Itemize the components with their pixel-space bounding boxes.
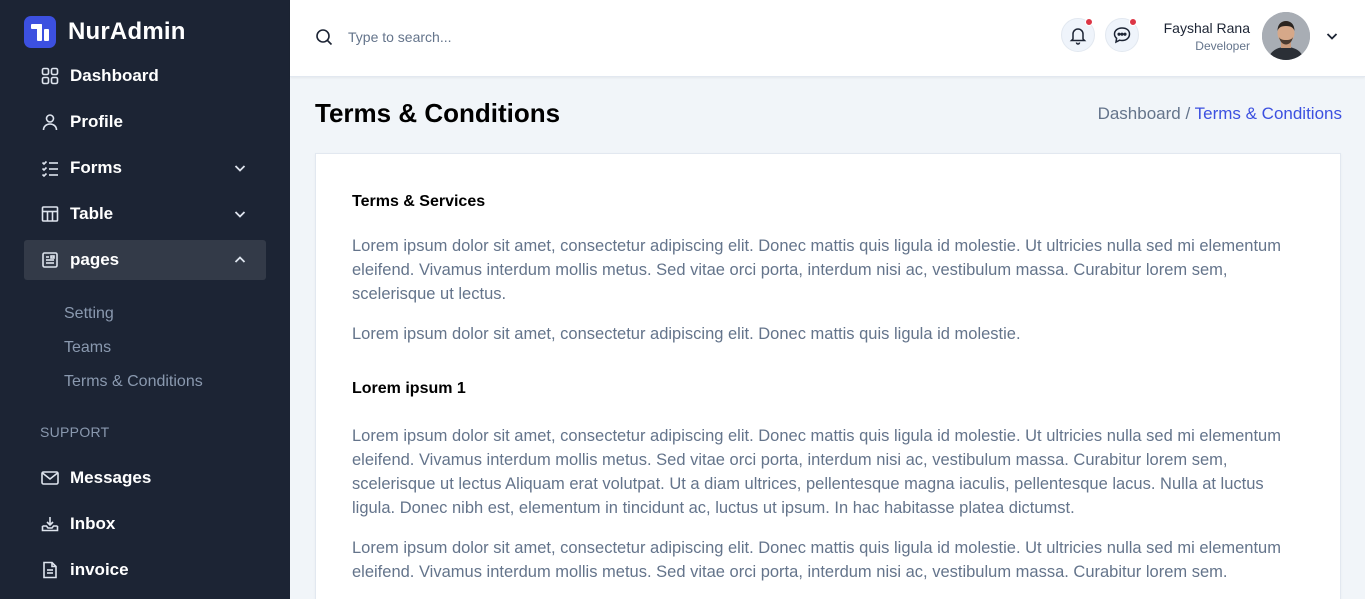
sidebar-item-label: Profile xyxy=(70,112,123,131)
sidebar-subitem-setting[interactable]: Setting xyxy=(64,305,114,323)
table-icon xyxy=(41,206,59,222)
sidebar-item-label: Inbox xyxy=(70,514,116,533)
sidebar-item-pages[interactable]: pages xyxy=(24,240,266,280)
sidebar-item-label: Table xyxy=(70,204,114,223)
user-role: Developer xyxy=(1195,39,1250,53)
support-section-label: SUPPORT xyxy=(40,424,110,440)
messages-button[interactable] xyxy=(1105,18,1139,52)
sidebar-item-invoice[interactable]: invoice xyxy=(24,550,266,590)
top-header: Fayshal Rana Developer xyxy=(290,0,1365,77)
bell-icon xyxy=(1069,28,1087,45)
user-icon xyxy=(42,114,58,131)
search-input[interactable] xyxy=(348,24,648,50)
section-title: Lorem ipsum 1 xyxy=(352,380,466,397)
app-name: NurAdmin xyxy=(68,18,186,45)
section-paragraph: Lorem ipsum dolor sit amet, consectetur … xyxy=(352,325,1021,343)
breadcrumb-current: Terms & Conditions xyxy=(1194,104,1342,123)
user-name[interactable]: Fayshal Rana xyxy=(1164,20,1250,36)
chevron-up-icon xyxy=(234,256,246,263)
sidebar: NurAdmin Dashboard Profile Forms Table p… xyxy=(0,0,290,599)
sidebar-item-messages[interactable]: Messages xyxy=(24,458,266,498)
sidebar-item-dashboard[interactable]: Dashboard xyxy=(24,56,266,96)
sidebar-item-table[interactable]: Table xyxy=(24,194,266,234)
chat-icon xyxy=(1113,27,1131,44)
avatar[interactable] xyxy=(1262,12,1310,60)
sidebar-subitem-terms[interactable]: Terms & Conditions xyxy=(64,373,203,391)
message-dot xyxy=(1129,18,1137,26)
inbox-icon xyxy=(41,517,59,532)
section-title: Terms & Services xyxy=(352,193,486,210)
section-paragraph: Lorem ipsum dolor sit amet, consectetur … xyxy=(352,427,1281,517)
user-avatar-icon xyxy=(1262,12,1310,60)
page-title: Terms & Conditions xyxy=(315,98,561,128)
invoice-icon xyxy=(43,561,57,579)
dashboard-icon xyxy=(41,67,59,85)
breadcrumb: Dashboard / Terms & Conditions xyxy=(1098,104,1342,124)
breadcrumb-home-link[interactable]: Dashboard / xyxy=(1098,104,1191,123)
chevron-down-icon xyxy=(234,165,246,172)
pages-icon xyxy=(42,252,58,268)
notifications-button[interactable] xyxy=(1061,18,1095,52)
sidebar-item-inbox[interactable]: Inbox xyxy=(24,504,266,544)
search-icon[interactable] xyxy=(314,27,334,47)
section-paragraph: Lorem ipsum dolor sit amet, consectetur … xyxy=(352,539,1281,581)
logo-icon xyxy=(24,16,56,48)
sidebar-item-profile[interactable]: Profile xyxy=(24,102,266,142)
sidebar-subitem-teams[interactable]: Teams xyxy=(64,339,111,357)
sidebar-item-label: Forms xyxy=(70,158,122,177)
mail-icon xyxy=(41,471,59,485)
chevron-down-icon[interactable] xyxy=(1324,28,1340,44)
sidebar-item-label: invoice xyxy=(70,560,129,579)
sidebar-item-label: pages xyxy=(70,250,120,269)
app-logo[interactable]: NurAdmin xyxy=(24,16,186,48)
section-paragraph: Lorem ipsum dolor sit amet, consectetur … xyxy=(352,237,1281,303)
sidebar-item-label: Messages xyxy=(70,468,152,487)
chevron-down-icon xyxy=(234,211,246,218)
checklist-icon xyxy=(41,160,58,178)
terms-content-card: Terms & Services Lorem ipsum dolor sit a… xyxy=(315,153,1341,599)
sidebar-item-forms[interactable]: Forms xyxy=(24,148,266,188)
sidebar-item-label: Dashboard xyxy=(70,66,159,85)
notification-dot xyxy=(1085,18,1093,26)
